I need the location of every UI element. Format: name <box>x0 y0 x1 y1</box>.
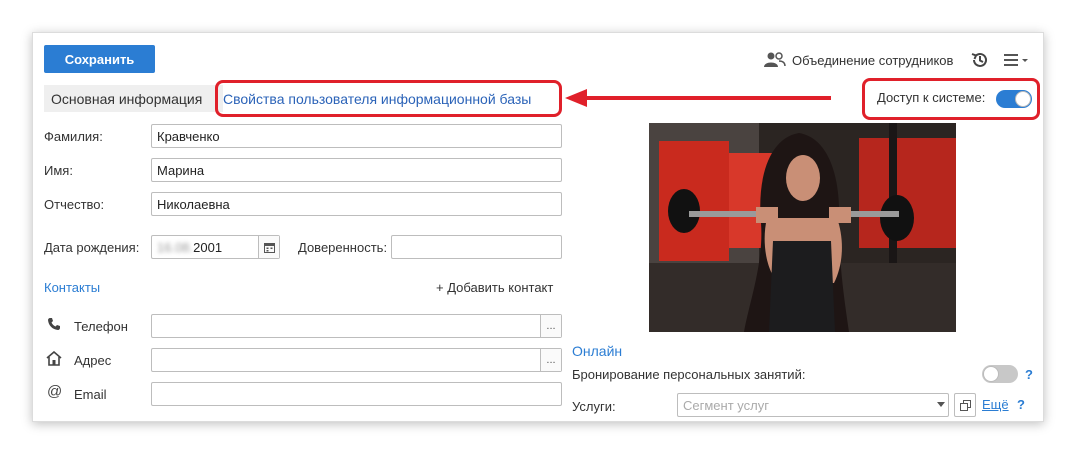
services-field[interactable]: Сегмент услуг <box>677 393 949 417</box>
birth-date-field[interactable]: 16.08. 2001 <box>151 235 280 259</box>
contacts-header[interactable]: Контакты <box>44 280 100 295</box>
phone-label: Телефон <box>74 319 128 334</box>
email-label: Email <box>74 387 107 402</box>
birth-date-year: 2001 <box>193 239 223 255</box>
tab-main-info[interactable]: Основная информация <box>44 85 223 112</box>
calendar-icon <box>263 242 275 253</box>
home-icon <box>46 351 62 366</box>
email-field[interactable] <box>151 382 562 406</box>
services-dropdown-button[interactable] <box>932 394 949 416</box>
services-more-link[interactable]: Ещё <box>982 397 1009 412</box>
booking-toggle[interactable] <box>982 365 1018 383</box>
highlight-frame-access <box>862 78 1040 120</box>
first-name-field[interactable]: Марина <box>151 158 562 182</box>
booking-toggle-knob <box>983 366 999 382</box>
patronymic-label: Отчество: <box>44 197 105 212</box>
birth-date-hidden: 16.08. <box>157 239 194 255</box>
last-name-field[interactable]: Кравченко <box>151 124 562 148</box>
highlight-frame-tab <box>215 80 562 117</box>
merge-employees-button[interactable]: Объединение сотрудников <box>764 49 953 71</box>
services-label: Услуги: <box>572 399 616 414</box>
phone-field[interactable]: ... <box>151 314 562 338</box>
address-select-button[interactable]: ... <box>540 349 561 371</box>
employee-photo[interactable] <box>649 123 956 332</box>
employee-card-window: Сохранить Объединение сотрудников Основн… <box>32 32 1044 422</box>
birth-date-label: Дата рождения: <box>44 240 140 255</box>
history-button[interactable] <box>968 49 992 71</box>
arrow-annotation <box>565 89 831 107</box>
more-menu-button[interactable] <box>1001 49 1031 71</box>
first-name-label: Имя: <box>44 163 73 178</box>
add-contact-button[interactable]: + Добавить контакт <box>436 280 553 295</box>
proxy-label: Доверенность: <box>298 240 388 255</box>
phone-icon <box>48 318 60 330</box>
copy-icon <box>959 399 971 411</box>
photo-illustration <box>649 123 956 332</box>
online-header[interactable]: Онлайн <box>572 343 622 359</box>
last-name-label: Фамилия: <box>44 129 103 144</box>
booking-label: Бронирование персональных занятий: <box>572 367 806 382</box>
phone-select-button[interactable]: ... <box>540 315 561 337</box>
booking-help-icon[interactable]: ? <box>1025 367 1033 382</box>
address-field[interactable]: ... <box>151 348 562 372</box>
chevron-down-icon <box>936 402 945 407</box>
menu-icon <box>1004 54 1028 66</box>
at-icon: @ <box>47 383 63 400</box>
patronymic-field[interactable]: Николаевна <box>151 192 562 216</box>
save-button[interactable]: Сохранить <box>44 45 155 73</box>
services-open-button[interactable] <box>954 393 976 417</box>
address-label: Адрес <box>74 353 112 368</box>
proxy-field[interactable] <box>391 235 562 259</box>
people-icon <box>764 52 786 67</box>
calendar-button[interactable] <box>258 236 279 258</box>
merge-employees-label: Объединение сотрудников <box>792 52 954 68</box>
history-icon <box>971 52 987 67</box>
services-help-icon[interactable]: ? <box>1017 397 1025 412</box>
